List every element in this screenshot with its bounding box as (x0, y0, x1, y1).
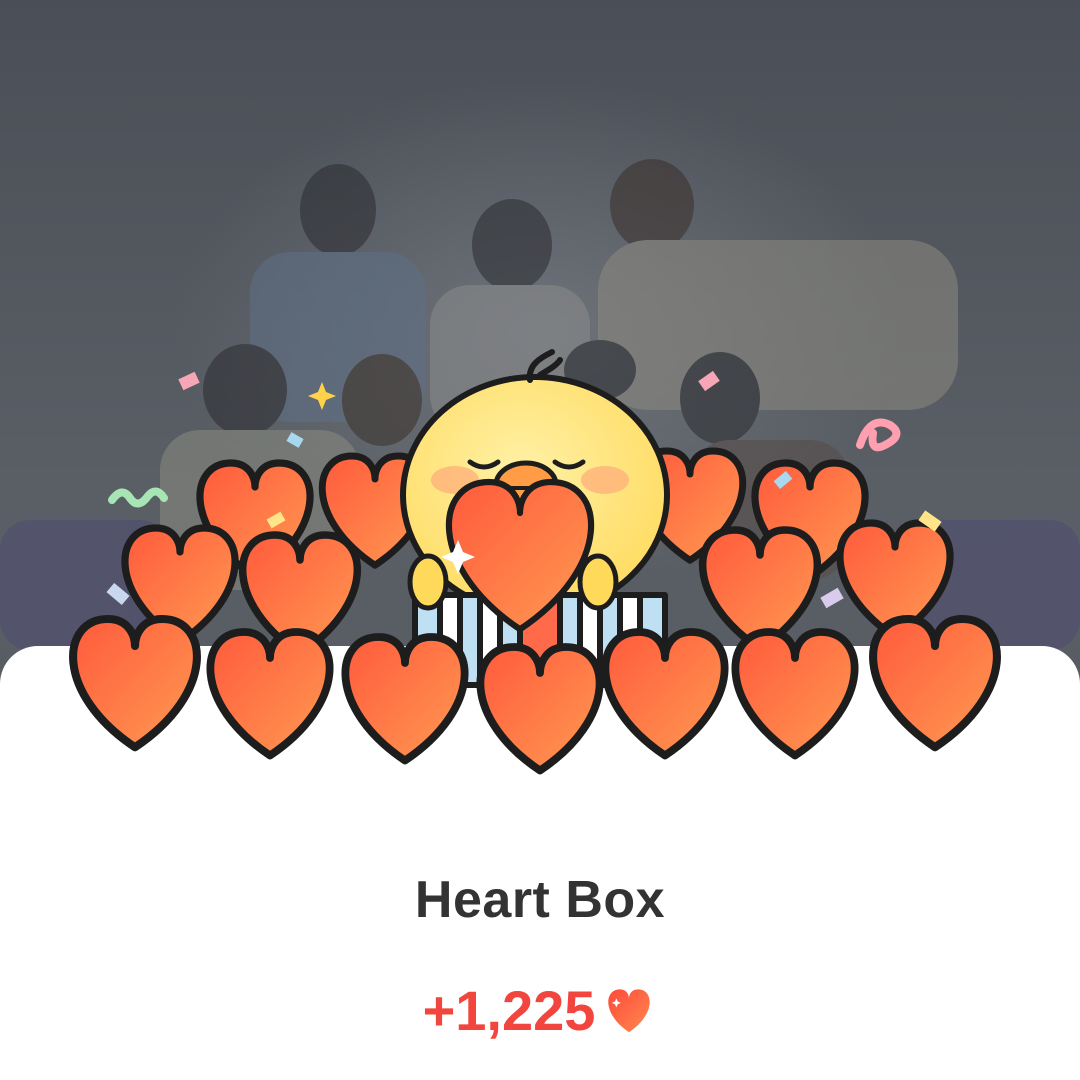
heart-icon (608, 988, 651, 1032)
reward-amount-row: +1,225 (0, 978, 1080, 1043)
reward-amount: +1,225 (422, 979, 596, 1042)
dialog-title: Heart Box (414, 871, 666, 929)
